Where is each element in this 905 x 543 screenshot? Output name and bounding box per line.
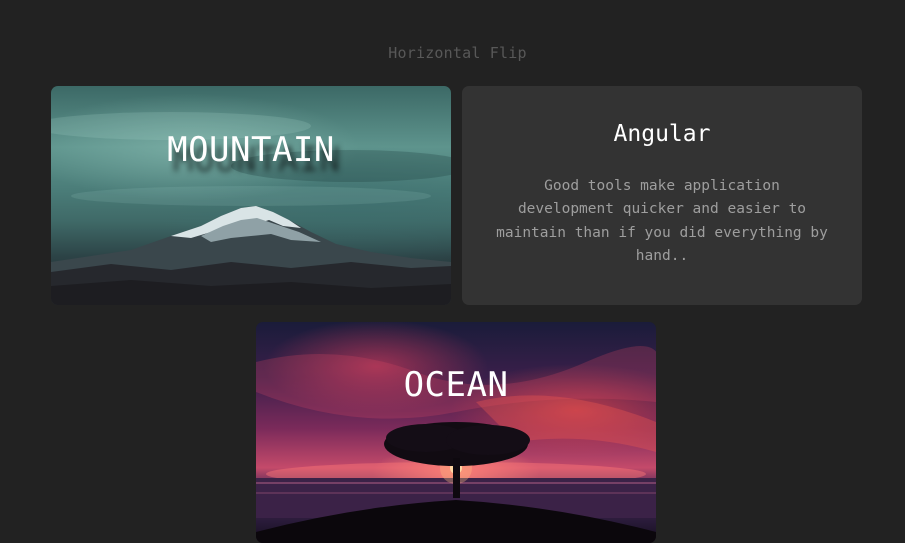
mountain-card[interactable] <box>51 86 451 305</box>
angular-card-title: Angular <box>613 121 711 147</box>
page-title: Horizontal Flip <box>388 44 527 62</box>
page: Horizontal Flip MOUNTAIN Angular Good to… <box>0 0 905 543</box>
ocean-card[interactable] <box>256 322 656 543</box>
angular-card-text: Good tools make application development … <box>496 178 828 264</box>
mountain-image <box>51 112 451 305</box>
ocean-image <box>256 346 656 543</box>
angular-card[interactable]: Angular Good tools make application deve… <box>462 86 862 305</box>
mountain-card-label: MOUNTAIN <box>167 130 335 170</box>
ocean-card-label: OCEAN <box>403 365 509 405</box>
